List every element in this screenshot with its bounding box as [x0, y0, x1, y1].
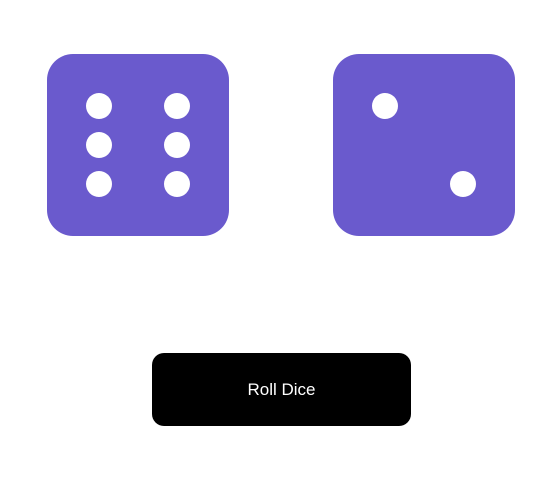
die-pip	[85, 171, 112, 198]
die-left	[47, 54, 229, 236]
die-pip	[164, 92, 191, 119]
die-right	[333, 54, 515, 236]
die-pip	[164, 171, 191, 198]
die-pip	[371, 92, 398, 119]
roll-dice-button[interactable]: Roll Dice	[152, 353, 411, 426]
die-pip	[85, 132, 112, 158]
die-pip	[450, 171, 477, 198]
die-pip	[164, 132, 191, 158]
die-pip	[85, 92, 112, 119]
